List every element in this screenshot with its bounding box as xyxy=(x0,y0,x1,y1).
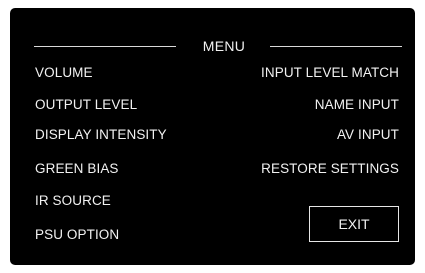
menu-header: MENU xyxy=(34,36,402,56)
menu-item-green-bias[interactable]: GREEN BIAS xyxy=(35,160,119,178)
exit-button[interactable]: EXIT xyxy=(309,206,399,242)
menu-item-av-input[interactable]: AV INPUT xyxy=(337,126,399,144)
menu-item-display-intensity[interactable]: DISPLAY INTENSITY xyxy=(35,126,167,144)
header-rule-left xyxy=(34,46,176,47)
menu-title: MENU xyxy=(202,38,246,54)
device-bezel: MENU VOLUME OUTPUT LEVEL DISPLAY INTENSI… xyxy=(0,0,425,273)
menu-item-volume[interactable]: VOLUME xyxy=(35,64,93,82)
menu-item-name-input[interactable]: NAME INPUT xyxy=(315,96,399,114)
menu-item-ir-source[interactable]: IR SOURCE xyxy=(35,192,111,210)
header-rule-right xyxy=(270,46,402,47)
menu-item-input-level-match[interactable]: INPUT LEVEL MATCH xyxy=(261,64,399,82)
menu-item-psu-option[interactable]: PSU OPTION xyxy=(35,226,119,244)
menu-screen: MENU VOLUME OUTPUT LEVEL DISPLAY INTENSI… xyxy=(10,8,415,265)
menu-item-restore-settings[interactable]: RESTORE SETTINGS xyxy=(261,160,399,178)
menu-item-output-level[interactable]: OUTPUT LEVEL xyxy=(35,96,137,114)
